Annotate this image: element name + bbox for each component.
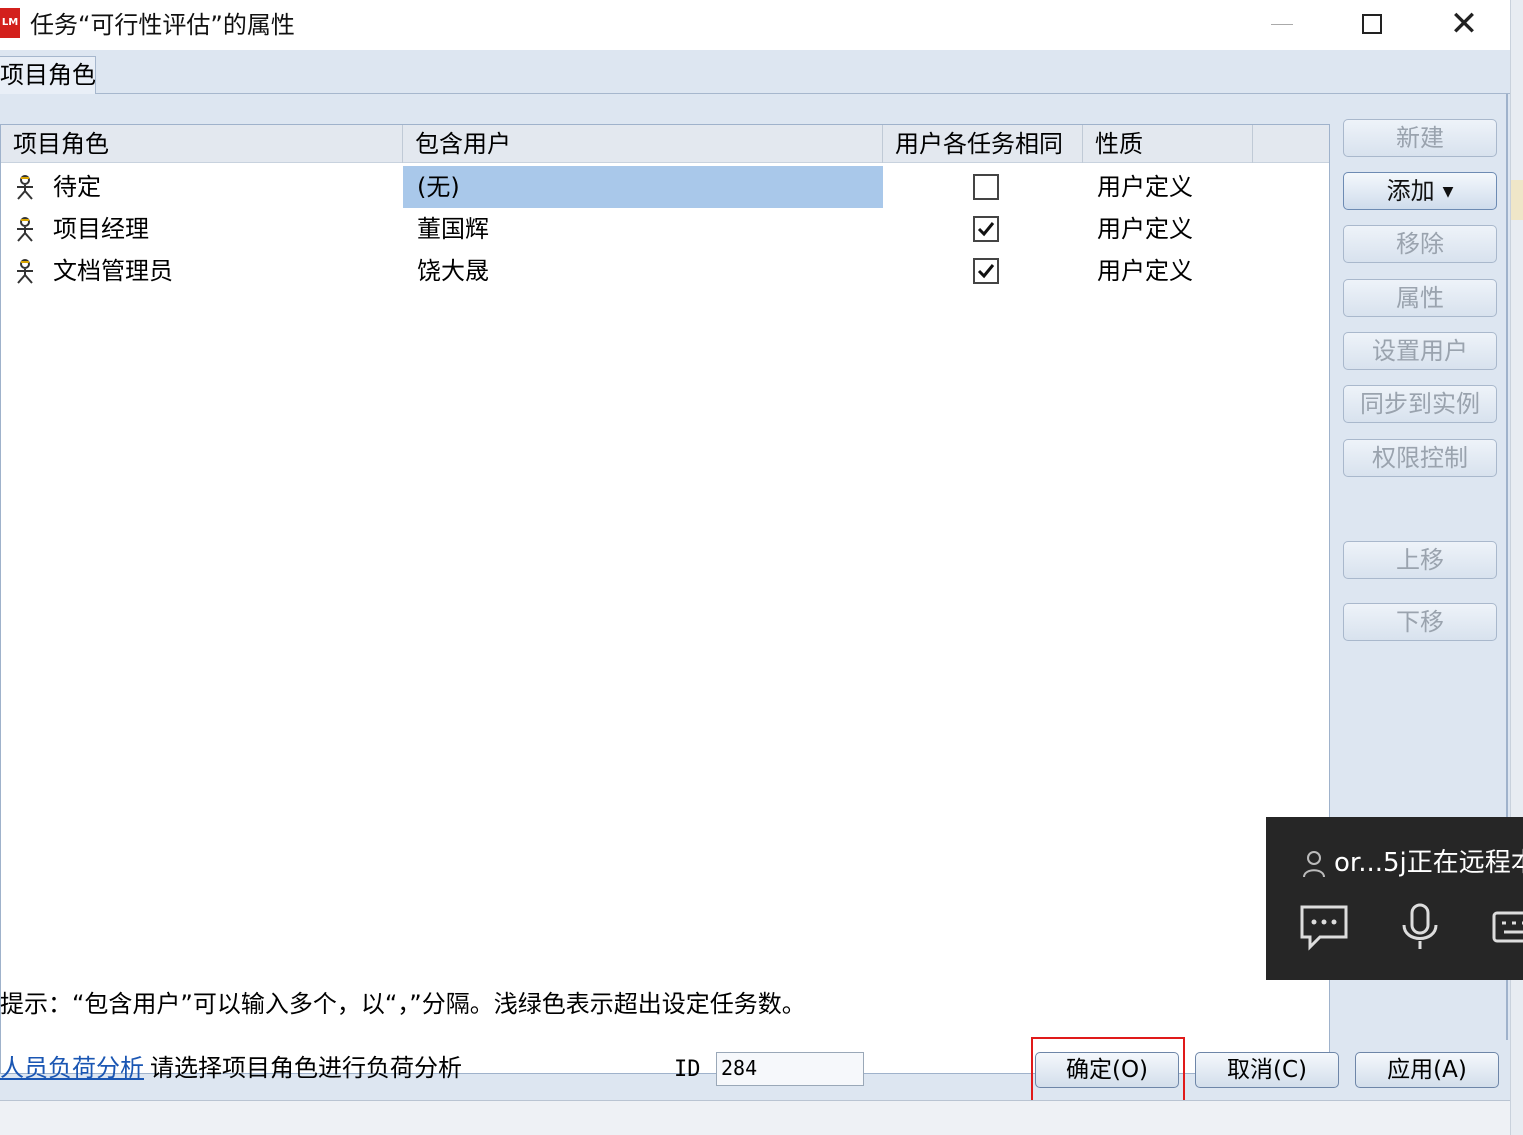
maximize-icon (1362, 14, 1382, 34)
column-header-users[interactable]: 包含用户 (403, 125, 883, 163)
move-up-button[interactable]: 上移 (1343, 541, 1497, 579)
person-icon (17, 259, 33, 284)
users-cell[interactable]: 董国辉 (403, 208, 883, 250)
minimize-button[interactable] (1236, 0, 1328, 48)
users-cell[interactable]: (无) (403, 166, 883, 208)
role-name: 待定 (53, 173, 101, 201)
dropdown-arrow-icon: ▼ (1442, 184, 1454, 200)
checkmark-icon (977, 264, 995, 279)
load-analysis-text: 请选择项目角色进行负荷分析 (150, 1054, 462, 1082)
nature-cell: 用户定义 (1097, 257, 1193, 285)
person-icon (17, 175, 33, 200)
table-row[interactable]: 文档管理员 饶大晟 用户定义 (1, 250, 1329, 292)
column-header-nature[interactable]: 性质 (1083, 125, 1253, 163)
table-row[interactable]: 项目经理 董国辉 用户定义 (1, 208, 1329, 250)
checkmark-icon (977, 222, 995, 237)
load-analysis-link[interactable]: 人员负荷分析 (0, 1050, 144, 1086)
remote-user: or...5j正在远程本 (1302, 845, 1523, 881)
apply-button[interactable]: 应用(A) (1355, 1052, 1499, 1088)
tab-strip: 项目角色 (0, 50, 1510, 95)
column-header-same[interactable]: 用户各任务相同 (883, 125, 1083, 163)
move-down-button[interactable]: 下移 (1343, 603, 1497, 641)
close-icon: ✕ (1449, 4, 1479, 44)
permission-control-button[interactable]: 权限控制 (1343, 439, 1497, 477)
window-title: 任务“可行性评估”的属性 (30, 11, 295, 39)
add-button[interactable]: 添加 ▼ (1343, 172, 1497, 210)
remote-user-text: or...5j正在远程本 (1334, 848, 1523, 878)
same-checkbox[interactable] (973, 258, 999, 284)
user-icon (1303, 850, 1325, 877)
users-cell[interactable]: 饶大晟 (403, 250, 883, 292)
cancel-button[interactable]: 取消(C) (1195, 1052, 1339, 1088)
same-checkbox[interactable] (973, 216, 999, 242)
properties-button[interactable]: 属性 (1343, 279, 1497, 317)
hint-text: 提示：“包含用户”可以输入多个，以“，”分隔。浅绿色表示超出设定任务数。 (0, 990, 806, 1018)
minimize-icon (1271, 23, 1293, 25)
ok-button-highlight (1031, 1037, 1185, 1105)
id-field[interactable]: 284 (716, 1052, 864, 1086)
tab-project-roles[interactable]: 项目角色 (0, 56, 96, 95)
background-window-strip (0, 1100, 1510, 1135)
new-button[interactable]: 新建 (1343, 119, 1497, 157)
nature-cell: 用户定义 (1097, 173, 1193, 201)
person-icon (17, 217, 33, 242)
microphone-icon[interactable] (1394, 903, 1446, 951)
remove-button[interactable]: 移除 (1343, 225, 1497, 263)
sync-to-instance-button[interactable]: 同步到实例 (1343, 385, 1497, 423)
keyboard-icon[interactable] (1490, 903, 1523, 951)
same-checkbox[interactable] (973, 174, 999, 200)
add-button-label: 添加 (1386, 177, 1435, 205)
grid-header: 项目角色 包含用户 用户各任务相同 性质 (1, 125, 1329, 163)
nature-cell: 用户定义 (1097, 215, 1193, 243)
role-name: 项目经理 (53, 215, 149, 243)
roles-grid: 项目角色 包含用户 用户各任务相同 性质 待定 (无) 用户定义 项目经理 董国… (0, 124, 1330, 1074)
remote-session-toolbar: or...5j正在远程本 (1266, 817, 1523, 980)
chat-icon[interactable] (1298, 903, 1350, 951)
background-highlight (1511, 180, 1523, 220)
table-row[interactable]: 待定 (无) 用户定义 (1, 166, 1329, 208)
maximize-button[interactable] (1326, 0, 1418, 48)
close-button[interactable]: ✕ (1418, 0, 1510, 48)
set-users-button[interactable]: 设置用户 (1343, 332, 1497, 370)
role-name: 文档管理员 (53, 257, 173, 285)
app-logo-icon: LM (0, 8, 20, 38)
column-header-role[interactable]: 项目角色 (1, 125, 403, 163)
id-label: ID (674, 1057, 701, 1082)
title-bar: LM 任务“可行性评估”的属性 ✕ (0, 0, 1510, 50)
